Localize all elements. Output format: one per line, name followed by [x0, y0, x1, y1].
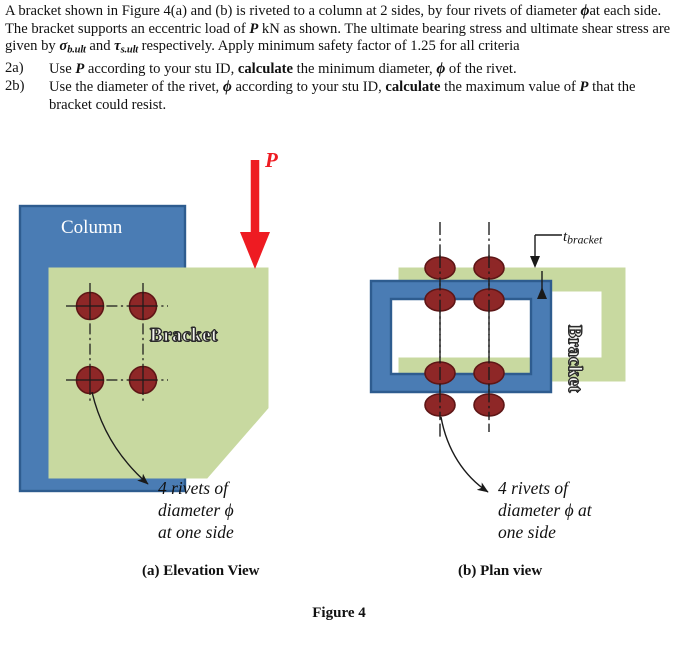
column-plan-shape [369, 279, 553, 394]
q2a-phi-symbol: ϕ [436, 59, 446, 77]
callout-plan: 4 rivets of diameter ϕ at one side [498, 477, 592, 543]
callout-plan-line-3: one side [498, 522, 556, 542]
plan-view-graphics [369, 222, 626, 493]
sigma-subscript: b.ult [67, 44, 86, 56]
q2a-calculate-keyword: calculate [237, 60, 294, 77]
elevation-view-graphics [18, 160, 270, 493]
callout-elevation-line-1: 4 rivets of [158, 478, 228, 498]
q2a-part-3: the minimum diameter, [293, 60, 437, 77]
question-2b-label: 2b) [5, 78, 25, 95]
view-caption-elevation: (a) Elevation View [142, 563, 260, 579]
question-2a-text: Use P according to your stu ID, calculat… [49, 60, 675, 79]
callout-leader-plan [440, 416, 489, 493]
thickness-label: tbracket [563, 229, 602, 247]
q2a-load-symbol: P [75, 60, 85, 77]
column-label: Column [61, 217, 123, 238]
view-caption-plan: (b) Plan view [458, 563, 543, 579]
q2a-part-1: Use [49, 60, 76, 77]
load-arrow-elevation [240, 160, 270, 269]
question-2a-label: 2a) [5, 59, 24, 76]
statement-text-5: respectively. Apply minimum safety facto… [138, 38, 520, 55]
q2b-part-2: according to your stu ID, [231, 79, 386, 96]
callout-plan-line-1: 4 rivets of [498, 478, 568, 498]
q2a-part-2: according to your stu ID, [84, 60, 238, 77]
figure-caption: Figure 4 [312, 605, 366, 621]
callout-plan-line-2: diameter ϕ at [498, 500, 592, 520]
load-label: P [265, 148, 278, 172]
tau-subscript: s.ult [120, 44, 139, 56]
q2b-part-1: Use the diameter of the rivet, [49, 79, 223, 96]
question-2b-text: Use the diameter of the rivet, ϕ accordi… [49, 78, 675, 114]
q2a-part-4: of the rivet. [445, 60, 517, 77]
callout-elevation: 4 rivets of diameter ϕ at one side [158, 477, 234, 543]
q2b-phi-symbol: ϕ [222, 78, 232, 96]
statement-paragraph: A bracket shown in Figure 4(a) and (b) i… [5, 2, 675, 60]
question-2b: 2b) Use the diameter of the rivet, ϕ acc… [5, 78, 675, 114]
thickness-arrow-down [530, 256, 540, 268]
problem-statement: A bracket shown in Figure 4(a) and (b) i… [5, 2, 675, 114]
statement-text-4: and [85, 38, 115, 55]
callout-elevation-line-3: at one side [158, 522, 234, 542]
q2b-part-3: the maximum value of [440, 79, 580, 96]
q2b-calculate-keyword: calculate [385, 79, 441, 96]
load-symbol-1: P [249, 20, 259, 37]
bracket-label-plan: Bracket [564, 325, 586, 394]
bracket-label-elevation: Bracket [150, 325, 218, 347]
callout-elevation-line-2: diameter ϕ [158, 500, 234, 520]
thickness-subscript: bracket [567, 233, 603, 247]
figure-4: Column P Bracket Bracket tbracket 4 rive… [0, 140, 678, 654]
question-2a: 2a) Use P according to your stu ID, calc… [5, 60, 675, 79]
statement-text-1: A bracket shown in Figure 4(a) and (b) i… [5, 3, 581, 19]
